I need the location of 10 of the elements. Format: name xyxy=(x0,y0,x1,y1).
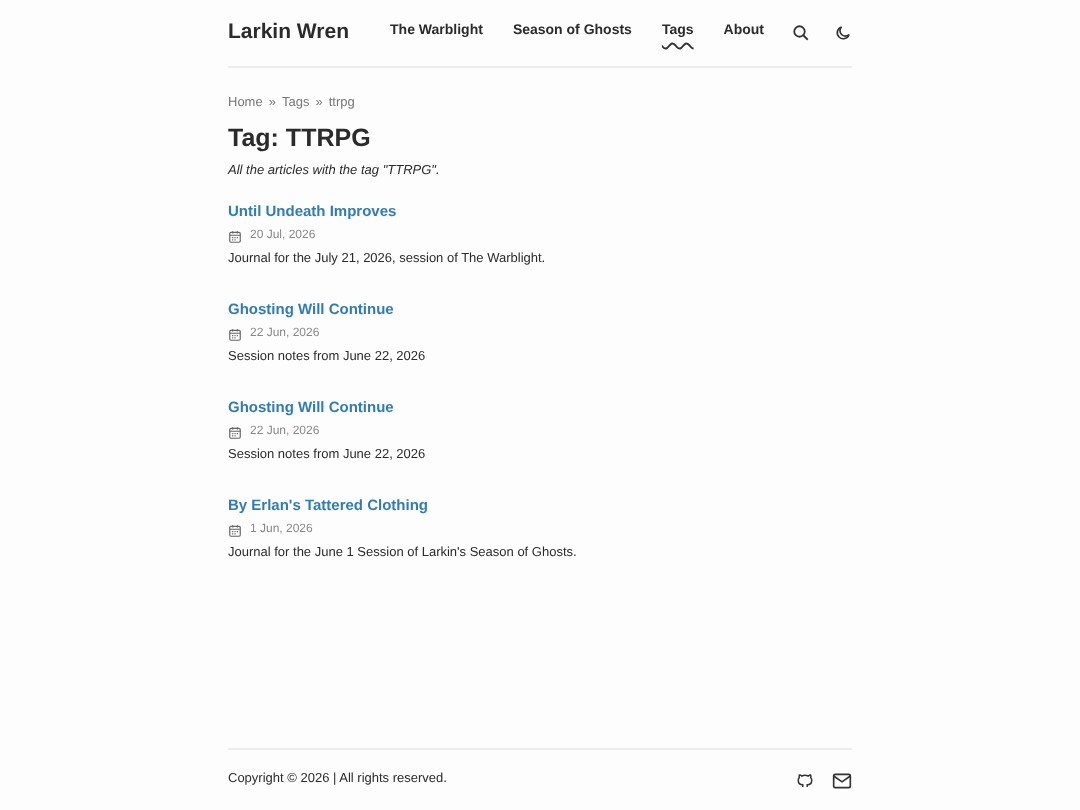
calendar-icon xyxy=(228,425,242,439)
search-icon[interactable] xyxy=(792,24,810,42)
calendar-icon xyxy=(228,523,242,537)
mail-icon[interactable] xyxy=(832,771,852,789)
calendar-icon xyxy=(228,327,242,341)
page-heading: Tag: TTRPG xyxy=(228,121,373,156)
site-title[interactable]: Larkin Wren xyxy=(228,17,349,49)
moon-icon[interactable] xyxy=(834,24,852,42)
calendar-icon xyxy=(228,229,242,243)
github-icon[interactable] xyxy=(796,771,814,789)
